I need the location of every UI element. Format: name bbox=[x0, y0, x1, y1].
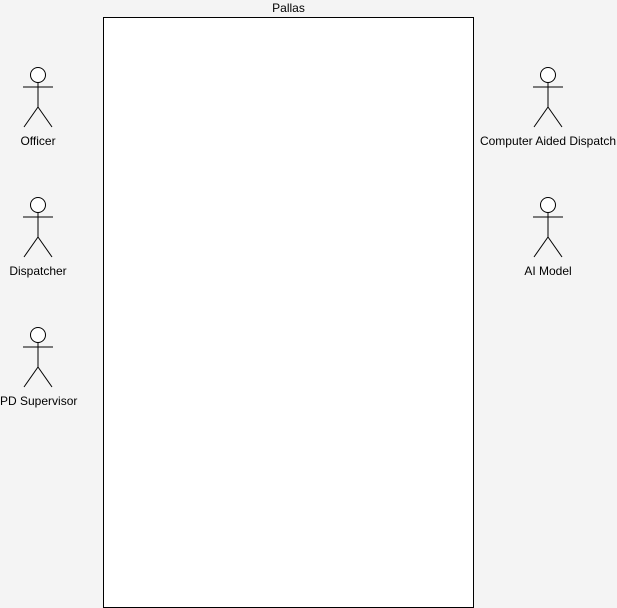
actor-officer[interactable] bbox=[23, 67, 53, 128]
system-boundary[interactable] bbox=[103, 17, 474, 608]
stick-figure-icon bbox=[23, 67, 53, 128]
actor-ai-model-label: AI Model bbox=[524, 264, 572, 278]
actor-computer-aided-dispatch-label: Computer Aided Dispatch bbox=[479, 134, 617, 148]
stick-figure-icon bbox=[533, 197, 563, 258]
stick-figure-icon bbox=[533, 67, 563, 128]
actor-pd-supervisor[interactable] bbox=[23, 327, 53, 388]
actor-dispatcher-label: Dispatcher bbox=[9, 264, 67, 278]
actor-officer-label: Officer bbox=[20, 134, 56, 148]
actor-ai-model[interactable] bbox=[533, 197, 563, 258]
stick-figure-icon bbox=[23, 197, 53, 258]
actor-dispatcher[interactable] bbox=[23, 197, 53, 258]
stick-figure-icon bbox=[23, 327, 53, 388]
system-title: Pallas bbox=[272, 1, 305, 15]
actor-computer-aided-dispatch[interactable] bbox=[533, 67, 563, 128]
actor-pd-supervisor-label: PD Supervisor bbox=[0, 394, 78, 408]
